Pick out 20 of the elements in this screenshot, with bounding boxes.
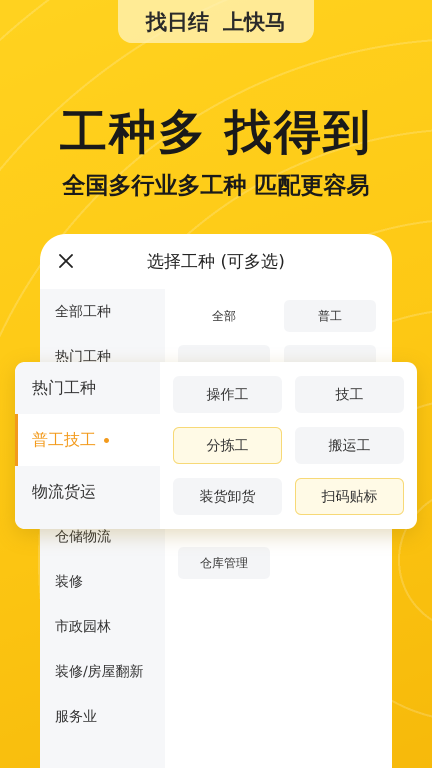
tagline-text: 找日结	[146, 8, 209, 36]
option-chip[interactable]: 装货卸货	[173, 478, 282, 515]
dot-icon	[104, 438, 109, 442]
dialog-title: 选择工种 (可多选)	[147, 251, 285, 273]
subtitle: 全国多行业多工种 匹配更容易	[62, 172, 370, 201]
option-chip[interactable]: 操作工	[173, 376, 282, 413]
option-chip[interactable]: 普工	[284, 300, 376, 332]
category-item[interactable]: 全部工种	[55, 302, 111, 320]
category-item[interactable]: 装修	[55, 572, 83, 590]
option-chip[interactable]: 扫码贴标	[295, 478, 404, 515]
tagline-text: 上快马	[223, 8, 286, 36]
option-chip[interactable]: 搬运工	[295, 427, 404, 464]
option-chip[interactable]: 仓库管理	[178, 547, 270, 579]
category-item[interactable]: 服务业	[55, 708, 97, 726]
category-item[interactable]: 装修/房屋翻新	[55, 662, 144, 680]
category-item[interactable]: 仓储物流	[55, 528, 111, 546]
option-chip[interactable]: 分拣工	[173, 427, 282, 464]
option-chip[interactable]: 技工	[295, 376, 404, 413]
headline: 工种多 找得到	[60, 105, 372, 161]
category-item[interactable]: 市政园林	[55, 618, 111, 636]
